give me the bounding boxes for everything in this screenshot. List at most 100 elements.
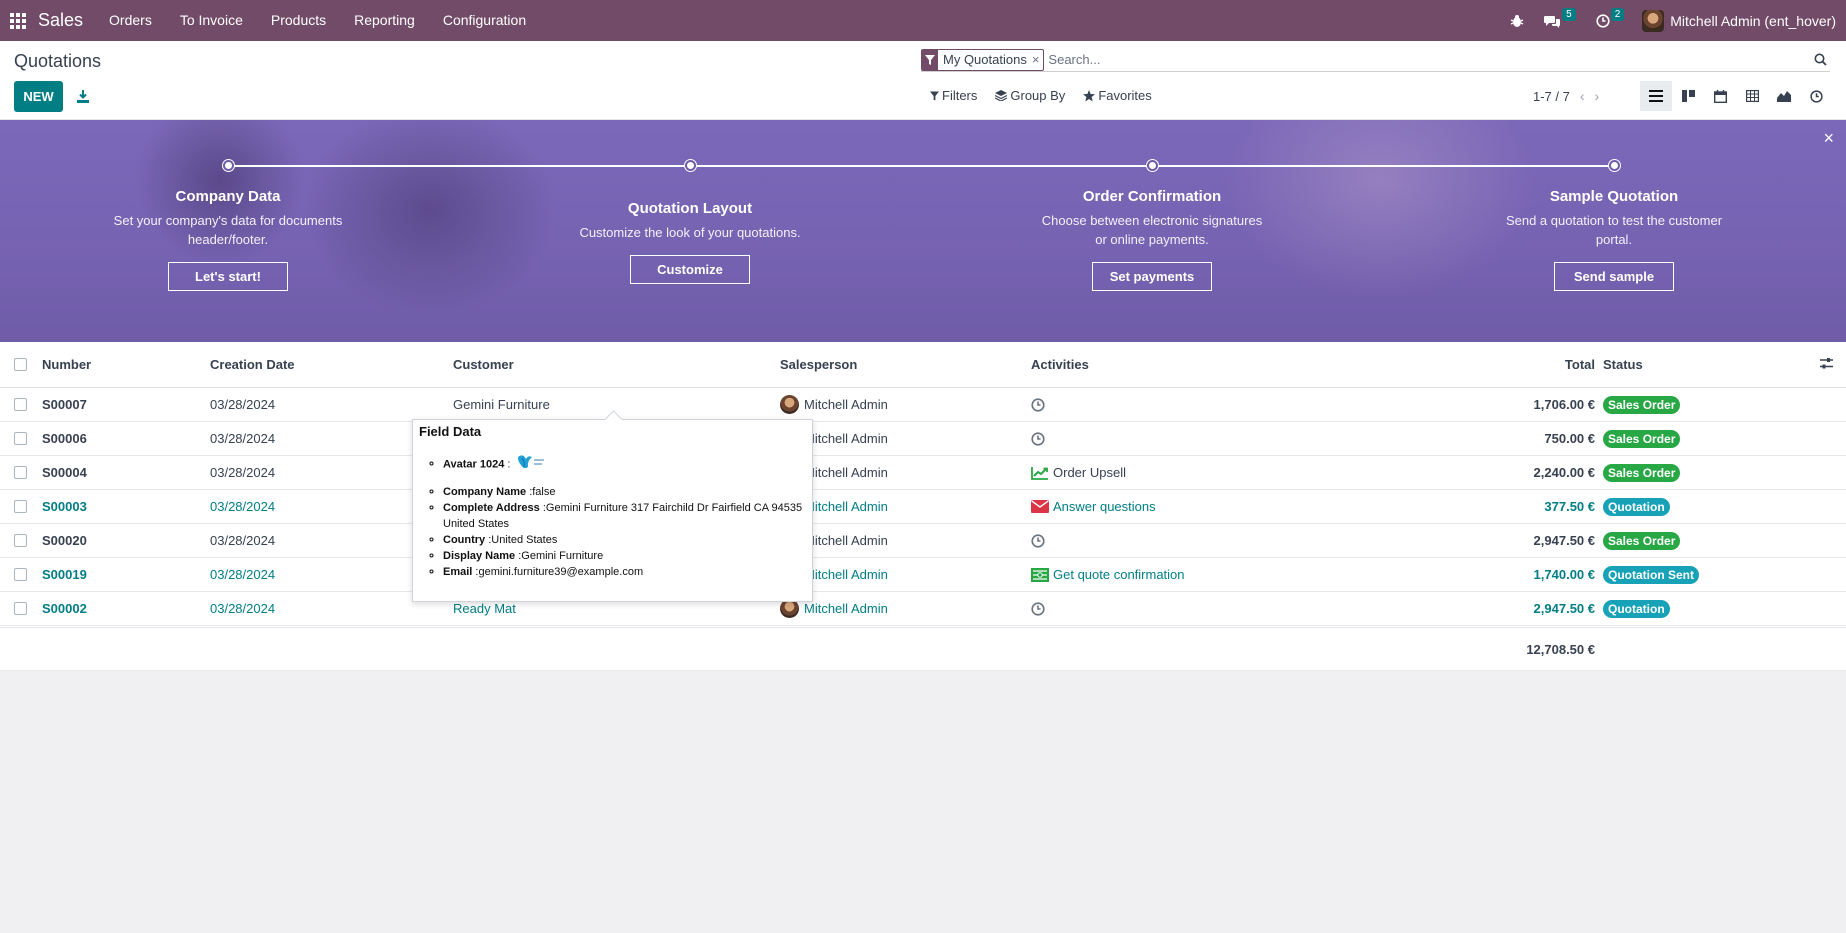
banner-close-icon[interactable]: × <box>1823 128 1834 149</box>
pivot-view-icon[interactable] <box>1736 81 1768 111</box>
graph-view-icon[interactable] <box>1768 81 1800 111</box>
header-number[interactable]: Number <box>42 357 91 372</box>
favorites-button[interactable]: Favorites <box>1083 88 1152 103</box>
header-customer[interactable]: Customer <box>453 357 514 372</box>
table-row[interactable]: S00019 03/28/2024 Mitchell Admin Get quo… <box>0 558 1846 592</box>
header-activities[interactable]: Activities <box>1031 357 1089 372</box>
status-badge: Sales Order <box>1603 395 1681 414</box>
activity-view-icon[interactable] <box>1800 81 1832 111</box>
row-customer[interactable]: Ready Mat <box>453 601 516 616</box>
debug-bug-icon[interactable] <box>1500 0 1534 41</box>
status-badge: Quotation <box>1603 497 1670 516</box>
company-logo-icon <box>516 453 546 476</box>
set-payments-button[interactable]: Set payments <box>1092 262 1212 291</box>
calendar-view-icon[interactable] <box>1704 81 1736 111</box>
grand-total-row: 12,708.50 € <box>0 627 1846 671</box>
optional-columns-icon[interactable] <box>1820 357 1833 372</box>
row-number: S00019 <box>42 567 87 582</box>
search-options: Filters Group By Favorites <box>930 88 1152 103</box>
row-customer[interactable]: Gemini Furniture <box>453 397 550 412</box>
app-brand[interactable]: Sales <box>38 10 83 31</box>
menu-products[interactable]: Products <box>257 0 340 41</box>
filters-button[interactable]: Filters <box>930 88 977 103</box>
clock-icon[interactable] <box>1031 431 1045 446</box>
table-row[interactable]: S00020 03/28/2024 Mitchell Admin 2,947.5… <box>0 524 1846 558</box>
group-by-button[interactable]: Group By <box>995 88 1065 103</box>
table-row[interactable]: S00003 03/28/2024 Mitchell Admin Answer … <box>0 490 1846 524</box>
row-checkbox[interactable] <box>14 568 27 581</box>
search-facet: My Quotations × <box>921 48 1045 71</box>
user-menu[interactable]: Mitchell Admin (ent_hover) <box>1634 9 1836 32</box>
clock-icon[interactable] <box>1031 601 1045 616</box>
row-activity[interactable] <box>1031 601 1045 616</box>
header-salesperson[interactable]: Salesperson <box>780 357 857 372</box>
table-row[interactable]: S00006 03/28/2024 Mitchell Admin 750.00 … <box>0 422 1846 456</box>
step-text: Set your company's data for documents he… <box>113 213 343 247</box>
pager-previous-icon[interactable]: ‹ <box>1580 88 1585 104</box>
pager-next-icon[interactable]: › <box>1595 88 1600 104</box>
row-activity[interactable] <box>1031 431 1045 446</box>
download-icon[interactable] <box>72 85 94 107</box>
lets-start-button[interactable]: Let's start! <box>168 262 288 291</box>
row-checkbox[interactable] <box>14 534 27 547</box>
table-row[interactable]: S00004 03/28/2024 Mitchell Admin Order U… <box>0 456 1846 490</box>
field-label: Company Name <box>443 486 527 498</box>
row-checkbox[interactable] <box>14 398 27 411</box>
messages-button[interactable]: 5 <box>1534 0 1586 41</box>
facet-remove-icon[interactable]: × <box>1032 52 1044 67</box>
row-checkbox[interactable] <box>14 466 27 479</box>
customize-button[interactable]: Customize <box>630 255 750 284</box>
status-label: Sales Order <box>1603 463 1681 482</box>
activities-button[interactable]: 2 <box>1586 0 1635 41</box>
popover-field-country: Country :United States <box>443 532 806 548</box>
row-total: 2,947.50 € <box>1533 533 1595 548</box>
chat-icon <box>1544 15 1561 28</box>
row-activity[interactable] <box>1031 397 1045 412</box>
kanban-view-icon[interactable] <box>1672 81 1704 111</box>
search-icon[interactable] <box>1810 50 1830 70</box>
menu-orders[interactable]: Orders <box>95 0 166 41</box>
menu-to-invoice[interactable]: To Invoice <box>166 0 257 41</box>
row-salesperson[interactable]: Mitchell Admin <box>780 395 888 414</box>
row-checkbox[interactable] <box>14 500 27 513</box>
status-badge: Quotation <box>1603 599 1670 618</box>
send-sample-button[interactable]: Send sample <box>1554 262 1674 291</box>
header-creation-date[interactable]: Creation Date <box>210 357 295 372</box>
new-button[interactable]: NEW <box>14 81 63 112</box>
salesperson-name: Mitchell Admin <box>804 431 888 446</box>
field-label: Complete Address <box>443 502 540 514</box>
top-navbar: Sales Orders To Invoice Products Reporti… <box>0 0 1846 41</box>
row-number: S00003 <box>42 499 87 514</box>
popover-title: Field Data <box>419 424 482 439</box>
menu-configuration[interactable]: Configuration <box>429 0 540 41</box>
star-icon <box>1083 89 1096 101</box>
step-dot <box>1609 160 1620 171</box>
row-date: 03/28/2024 <box>210 533 276 548</box>
menu-reporting[interactable]: Reporting <box>340 0 429 41</box>
header-total[interactable]: Total <box>1565 357 1595 372</box>
row-activity[interactable]: Get quote confirmation <box>1031 567 1185 582</box>
status-label: Quotation Sent <box>1603 565 1699 584</box>
row-activity[interactable]: Answer questions <box>1031 499 1156 514</box>
clock-icon[interactable] <box>1031 397 1045 412</box>
clock-icon[interactable] <box>1031 533 1045 548</box>
row-checkbox[interactable] <box>14 432 27 445</box>
table-row[interactable]: S00007 03/28/2024 Gemini Furniture Mitch… <box>0 388 1846 422</box>
table-row[interactable]: S00002 03/28/2024 Ready Mat Mitchell Adm… <box>0 592 1846 626</box>
app-menu-grid-icon[interactable] <box>10 12 26 29</box>
search-input[interactable] <box>1048 52 1810 67</box>
step-title: Order Confirmation <box>1082 188 1222 205</box>
group-by-label: Group By <box>1010 88 1066 103</box>
select-all-checkbox[interactable] <box>14 358 27 371</box>
list-view-icon[interactable] <box>1640 81 1672 111</box>
filter-icon <box>930 91 939 100</box>
row-activity[interactable] <box>1031 533 1045 548</box>
pager-value[interactable]: 1-7 / 7 <box>1533 89 1570 104</box>
row-checkbox[interactable] <box>14 602 27 615</box>
row-activity[interactable]: Order Upsell <box>1031 465 1126 480</box>
step-dot <box>1147 160 1158 171</box>
row-number: S00002 <box>42 601 87 616</box>
salesperson-name: Mitchell Admin <box>804 397 888 412</box>
field-value: :Gemini Furniture <box>515 550 604 562</box>
header-status[interactable]: Status <box>1603 357 1643 372</box>
